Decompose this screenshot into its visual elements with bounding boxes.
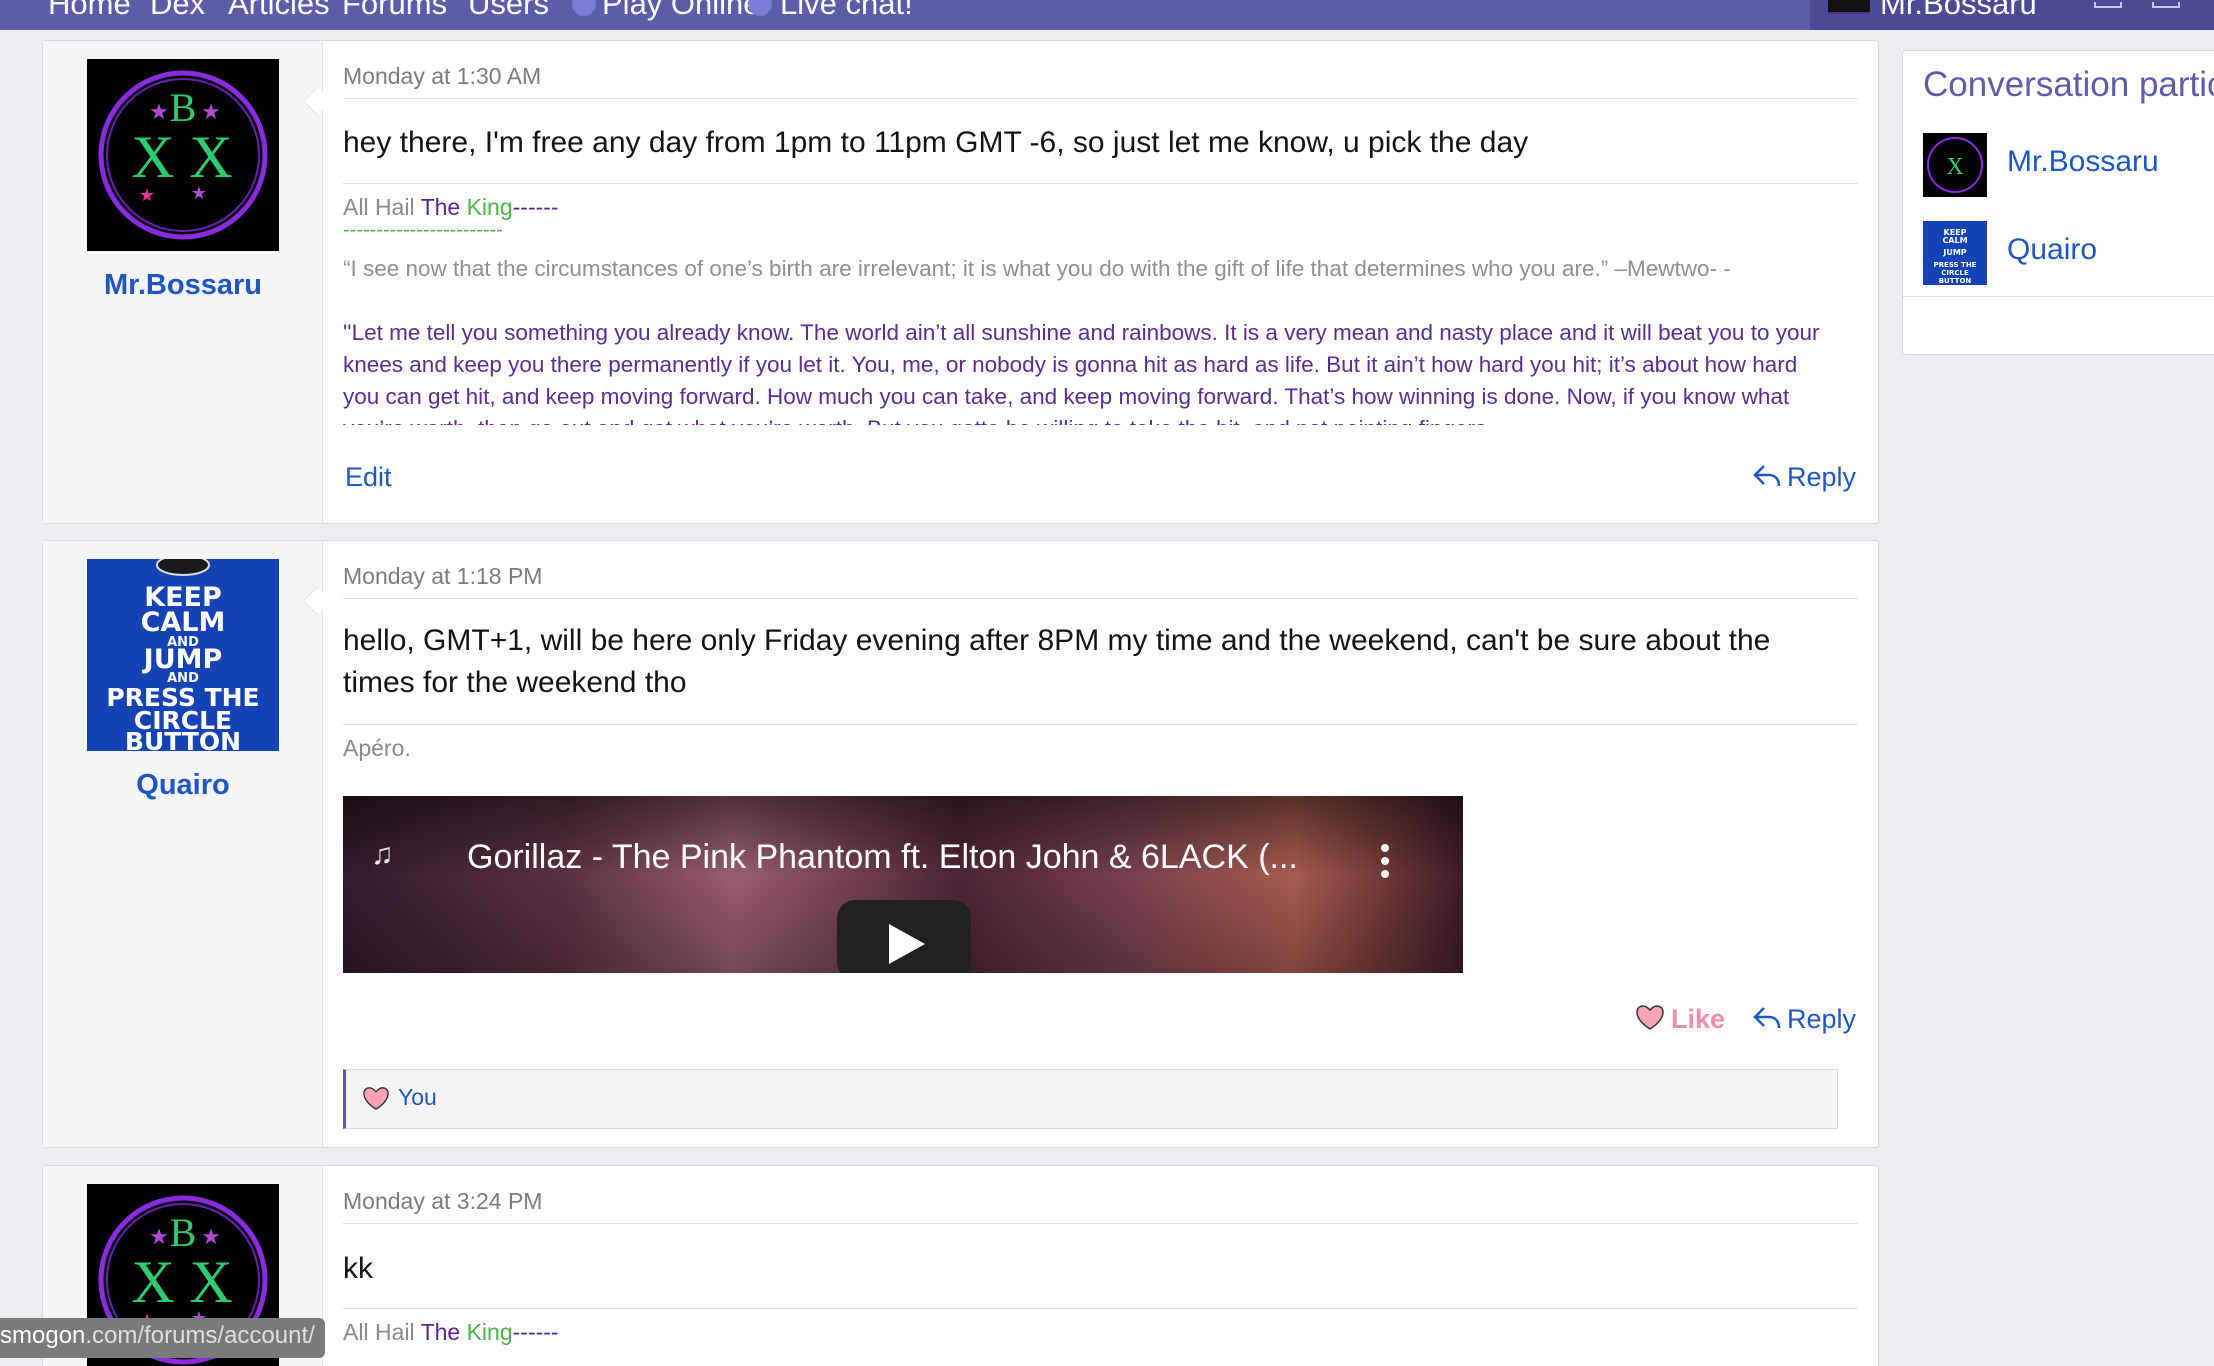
avatar-text: PRESS THE [1934, 261, 1977, 269]
nav-play-online[interactable]: Play Online! [602, 0, 769, 22]
avatar-letter-x: X [189, 1249, 232, 1315]
message-content: Monday at 3:24 PM kk All Hail The King--… [343, 1166, 1858, 1366]
post-timestamp[interactable]: Monday at 3:24 PM [343, 1188, 542, 1215]
reaction-user[interactable]: You [398, 1084, 437, 1111]
avatar-text: CIRCLE [1941, 269, 1969, 277]
svg-text:★: ★ [191, 183, 207, 203]
svg-text:★: ★ [201, 1224, 221, 1249]
sig-the-text: The [420, 194, 461, 220]
video-title[interactable]: Gorillaz - The Pink Phantom ft. Elton Jo… [467, 838, 1298, 877]
svg-text:★: ★ [201, 99, 221, 124]
top-navbar: Home Dex Articles Forums Users Play Onli… [0, 0, 2214, 30]
divider [343, 598, 1858, 599]
nav-dex[interactable]: Dex [150, 0, 205, 22]
username-link[interactable]: Quairo [43, 769, 323, 802]
edit-button[interactable]: Edit [345, 462, 392, 493]
message-body: hello, GMT+1, will be here only Friday e… [343, 624, 1771, 699]
message-post: B X X ★ ★ ★ ★ Mr.Bossaru Monday at 1:30 … [42, 40, 1879, 524]
url-domain: smogon [0, 1322, 86, 1349]
message-content: Monday at 1:18 PM hello, GMT+1, will be … [343, 541, 1858, 1147]
avatar[interactable]: KEEP CALM JUMP PRESS THE CIRCLE BUTTON [1923, 221, 1987, 285]
signature-quote: ''Let me tell you something you already … [343, 320, 1820, 425]
message-content: Monday at 1:30 AM hey there, I'm free an… [343, 41, 1858, 523]
participant-name[interactable]: Mr.Bossaru [2007, 145, 2159, 179]
inbox-icon[interactable] [2094, 2, 2122, 8]
video-embed[interactable]: ♫ Gorillaz - The Pink Phantom ft. Elton … [343, 796, 1463, 973]
sig-dashes: ------ [512, 194, 559, 220]
participant-name[interactable]: Quairo [2007, 233, 2097, 267]
nav-home[interactable]: Home [48, 0, 131, 22]
message-body: hey there, I'm free any day from 1pm to … [343, 126, 1529, 159]
divider [343, 183, 1858, 184]
reply-label: Reply [1786, 462, 1856, 492]
sig-king-text: King [466, 1319, 513, 1345]
divider [343, 1223, 1858, 1224]
avatar-text: CALM [141, 607, 226, 638]
like-button[interactable]: Like [1635, 1004, 1725, 1035]
avatar[interactable]: KEEP CALM AND JUMP AND PRESS THE CIRCLE … [87, 559, 279, 751]
post-timestamp[interactable]: Monday at 1:18 PM [343, 563, 542, 590]
divider [343, 724, 1858, 725]
svg-text:★: ★ [139, 185, 155, 205]
message-post: KEEP CALM AND JUMP AND PRESS THE CIRCLE … [42, 540, 1879, 1148]
avatar-text: CALM [1942, 236, 1967, 245]
like-icon [1636, 1005, 1664, 1030]
reply-button[interactable]: Reply [1753, 462, 1856, 493]
nav-users[interactable]: Users [468, 0, 549, 22]
like-icon [363, 1087, 389, 1111]
nav-avatar[interactable] [1828, 0, 1870, 14]
sidebar-footer-divider [1903, 296, 2214, 297]
like-label: Like [1671, 1004, 1726, 1034]
signature-dashes: ------------------------ [343, 219, 503, 241]
alerts-icon[interactable] [2152, 2, 2180, 8]
avatar[interactable]: B X X ★ ★ ★ ★ [87, 59, 279, 251]
svg-text:★: ★ [149, 99, 169, 124]
nav-live-chat[interactable]: Live chat! [780, 0, 913, 22]
divider [343, 98, 1858, 99]
signature-quote: “I see now that the circumstances of one… [343, 256, 1731, 281]
message-user-column: KEEP CALM AND JUMP AND PRESS THE CIRCLE … [43, 541, 323, 1147]
username-link[interactable]: Mr.Bossaru [43, 269, 323, 302]
sig-hail-text: All Hail [343, 1319, 415, 1345]
sig-king-text: King [466, 194, 513, 220]
svg-text:★: ★ [149, 1224, 169, 1249]
signature-hail: All Hail The King------ [343, 1319, 559, 1346]
nav-articles[interactable]: Articles [228, 0, 330, 22]
divider [343, 1308, 1858, 1309]
nav-forums[interactable]: Forums [342, 0, 447, 22]
message-body: kk [343, 1252, 373, 1285]
avatar-letter-x: X [189, 124, 232, 190]
avatar-text: BUTTON [125, 727, 241, 751]
reactions-bar[interactable]: You [343, 1069, 1838, 1129]
avatar-text: BUTTON [1939, 277, 1972, 285]
signature: Apéro. [343, 735, 411, 761]
avatar[interactable]: X [1923, 133, 1987, 197]
avatar-letter-x: X [1946, 154, 1963, 180]
post-timestamp[interactable]: Monday at 1:30 AM [343, 63, 541, 90]
play-icon [572, 0, 596, 16]
channel-icon[interactable]: ♫ [371, 838, 394, 872]
signature-hail: All Hail The King------ [343, 194, 559, 221]
reply-icon [1753, 465, 1781, 487]
reply-label: Reply [1786, 1004, 1856, 1034]
avatar-letter-x: X [131, 1249, 174, 1315]
reply-icon [1753, 1007, 1781, 1029]
sig-hail-text: All Hail [343, 194, 415, 220]
sig-the-text: The [420, 1319, 461, 1345]
message-user-column: B X X ★ ★ ★ ★ Mr.Bossaru [43, 41, 323, 523]
avatar-text: JUMP [1942, 248, 1966, 257]
url-path: .com/forums/account/ [85, 1322, 315, 1349]
nav-username[interactable]: Mr.Bossaru [1880, 0, 2037, 22]
sig-dashes: ------ [512, 1319, 559, 1345]
reply-button[interactable]: Reply [1753, 1004, 1856, 1035]
sidebar-title: Conversation partic [1923, 65, 2214, 104]
play-button[interactable] [837, 900, 971, 973]
conversation-participants-panel: Conversation partic X Mr.Bossaru KEEP CA… [1902, 50, 2214, 355]
status-bar-url: smogon.com/forums/account/ [0, 1318, 325, 1358]
video-menu-icon[interactable] [1381, 844, 1389, 883]
avatar-letter-x: X [131, 124, 174, 190]
